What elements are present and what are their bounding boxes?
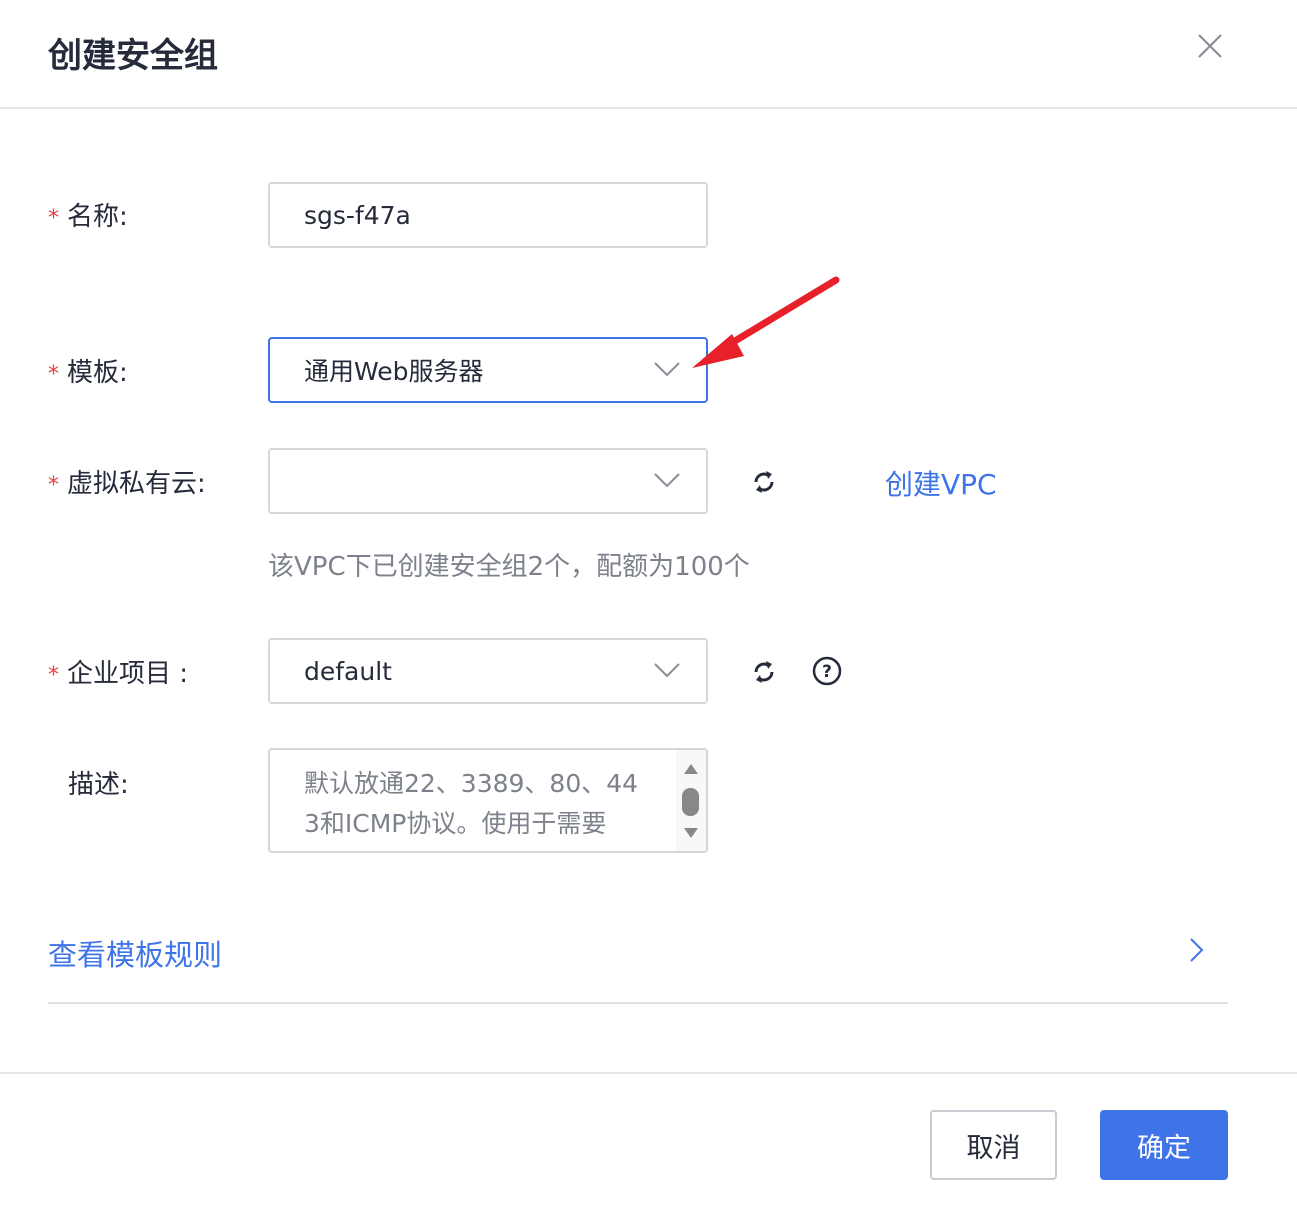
scrollbar-thumb[interactable] [682,788,699,816]
chevron-down-icon [654,362,680,377]
vpc-select[interactable] [268,448,708,514]
required-mark: * [48,362,59,387]
enterprise-label-text: 企业项目 : [67,659,189,689]
description-line: 3和ICMP协议。使用于需要 [304,809,607,838]
description-textarea[interactable]: 默认放通22、3389、80、44 3和ICMP协议。使用于需要 [268,748,708,853]
section-divider [48,1002,1228,1004]
refresh-icon[interactable] [749,467,779,497]
close-icon[interactable] [1194,30,1226,62]
name-label-text: 名称: [67,202,128,232]
view-template-rules-link[interactable]: 查看模板规则 [48,932,222,974]
enterprise-value: default [304,656,392,686]
name-label: * 名称: [48,196,128,233]
description-line: 默认放通22、3389、80、44 [304,769,639,798]
confirm-button[interactable]: 确定 [1100,1110,1228,1180]
dialog-title: 创建安全组 [48,36,218,76]
required-mark: * [48,663,59,688]
chevron-down-icon [654,663,680,678]
vpc-label-text: 虚拟私有云: [67,469,206,499]
header-divider [0,107,1297,109]
template-label: * 模板: [48,352,128,389]
scroll-down-icon[interactable] [684,828,698,838]
enterprise-project-select[interactable]: default [268,638,708,704]
scroll-up-icon[interactable] [684,764,698,774]
required-mark: * [48,206,59,231]
name-input[interactable]: sgs-f47a [268,182,708,248]
description-scrollbar[interactable] [676,750,706,851]
footer-divider [0,1072,1297,1074]
chevron-right-icon[interactable] [1188,937,1204,963]
cancel-button[interactable]: 取消 [930,1110,1057,1180]
help-icon[interactable]: ? [812,656,842,686]
template-value: 通用Web服务器 [304,357,484,386]
chevron-down-icon [654,473,680,488]
description-label: 描述: [68,770,129,800]
template-select[interactable]: 通用Web服务器 [268,337,708,403]
enterprise-label: * 企业项目 : [48,653,188,690]
vpc-label: * 虚拟私有云: [48,463,206,500]
name-value: sgs-f47a [304,200,411,230]
annotation-arrow-icon [692,276,840,368]
required-mark: * [48,473,59,498]
create-vpc-link[interactable]: 创建VPC [885,463,997,503]
template-label-text: 模板: [67,358,128,388]
refresh-icon[interactable] [749,657,779,687]
vpc-quota-hint: 该VPC下已创建安全组2个，配额为100个 [268,552,750,582]
svg-text:?: ? [822,662,832,682]
